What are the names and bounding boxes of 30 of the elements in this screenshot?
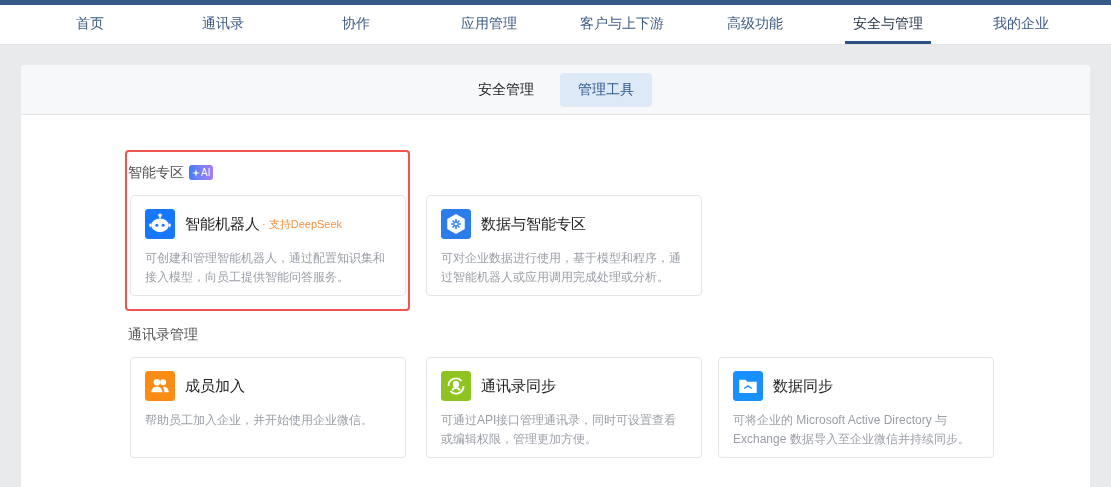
nav-tab[interactable]: 首页 xyxy=(67,5,112,44)
card-description: 可将企业的 Microsoft Active Directory 与 Exchange 数据导入至企业微信并持续同步。 xyxy=(733,412,971,448)
tool-card[interactable]: 成员加入 帮助员工加入企业，并开始使用企业微信。 xyxy=(130,357,406,458)
tool-card[interactable]: 数据同步 可将企业的 Microsoft Active Directory 与 Exchange 数据导入至企业微信并持续同步。 xyxy=(718,357,994,458)
card-description: 帮助员工加入企业，并开始使用企业微信。 xyxy=(145,412,374,429)
badge-label: AI xyxy=(201,166,211,180)
nav-tab[interactable]: 高级功能 xyxy=(719,5,792,44)
card-title: 成员加入 xyxy=(185,375,245,396)
card-description: 可创建和管理智能机器人，通过配置知识集和接入模型，向员工提供智能问答服务。 xyxy=(145,250,386,286)
tool-card[interactable]: 数据与智能专区 可对企业数据进行使用，基于模型和程序，通过智能机器人或应用调用完成处理或分析。 xyxy=(426,195,702,296)
nav-tab[interactable]: 安全与管理 xyxy=(845,5,932,44)
section-title: 智能专区 xyxy=(128,163,184,182)
card-description: 可通过API接口管理通讯录，同时可设置查看或编辑权限，管理更加方便。 xyxy=(441,412,678,448)
card-title: 智能机器人 xyxy=(185,213,260,234)
section-tab[interactable]: 安全管理 xyxy=(459,72,552,107)
nav-tab[interactable]: 应用管理 xyxy=(452,5,525,44)
sparkle-icon xyxy=(192,168,200,177)
card-title: 数据与智能专区 xyxy=(481,213,586,234)
tool-card[interactable]: 智能机器人· 支持DeepSeek 可创建和管理智能机器人，通过配置知识集和接入模型，向员工提供智能问答服务。 xyxy=(130,195,406,296)
section-title: 通讯录管理 xyxy=(128,325,198,344)
nav-tab[interactable]: 我的企业 xyxy=(985,5,1058,44)
nav-tab[interactable]: 客户与上下游 xyxy=(572,5,673,44)
card-title: 数据同步 xyxy=(773,375,833,396)
card-title: 通讯录同步 xyxy=(481,375,556,396)
nav-tab[interactable]: 协作 xyxy=(333,5,378,44)
section-tab[interactable]: 管理工具 xyxy=(559,72,652,107)
card-description: 可对企业数据进行使用，基于模型和程序，通过智能机器人或应用调用完成处理或分析。 xyxy=(441,250,682,286)
nav-tab[interactable]: 通讯录 xyxy=(193,5,252,44)
card-tag: · 支持DeepSeek xyxy=(262,215,343,233)
tool-card[interactable]: 通讯录同步 可通过API接口管理通讯录，同时可设置查看或编辑权限，管理更加方便。 xyxy=(426,357,702,458)
